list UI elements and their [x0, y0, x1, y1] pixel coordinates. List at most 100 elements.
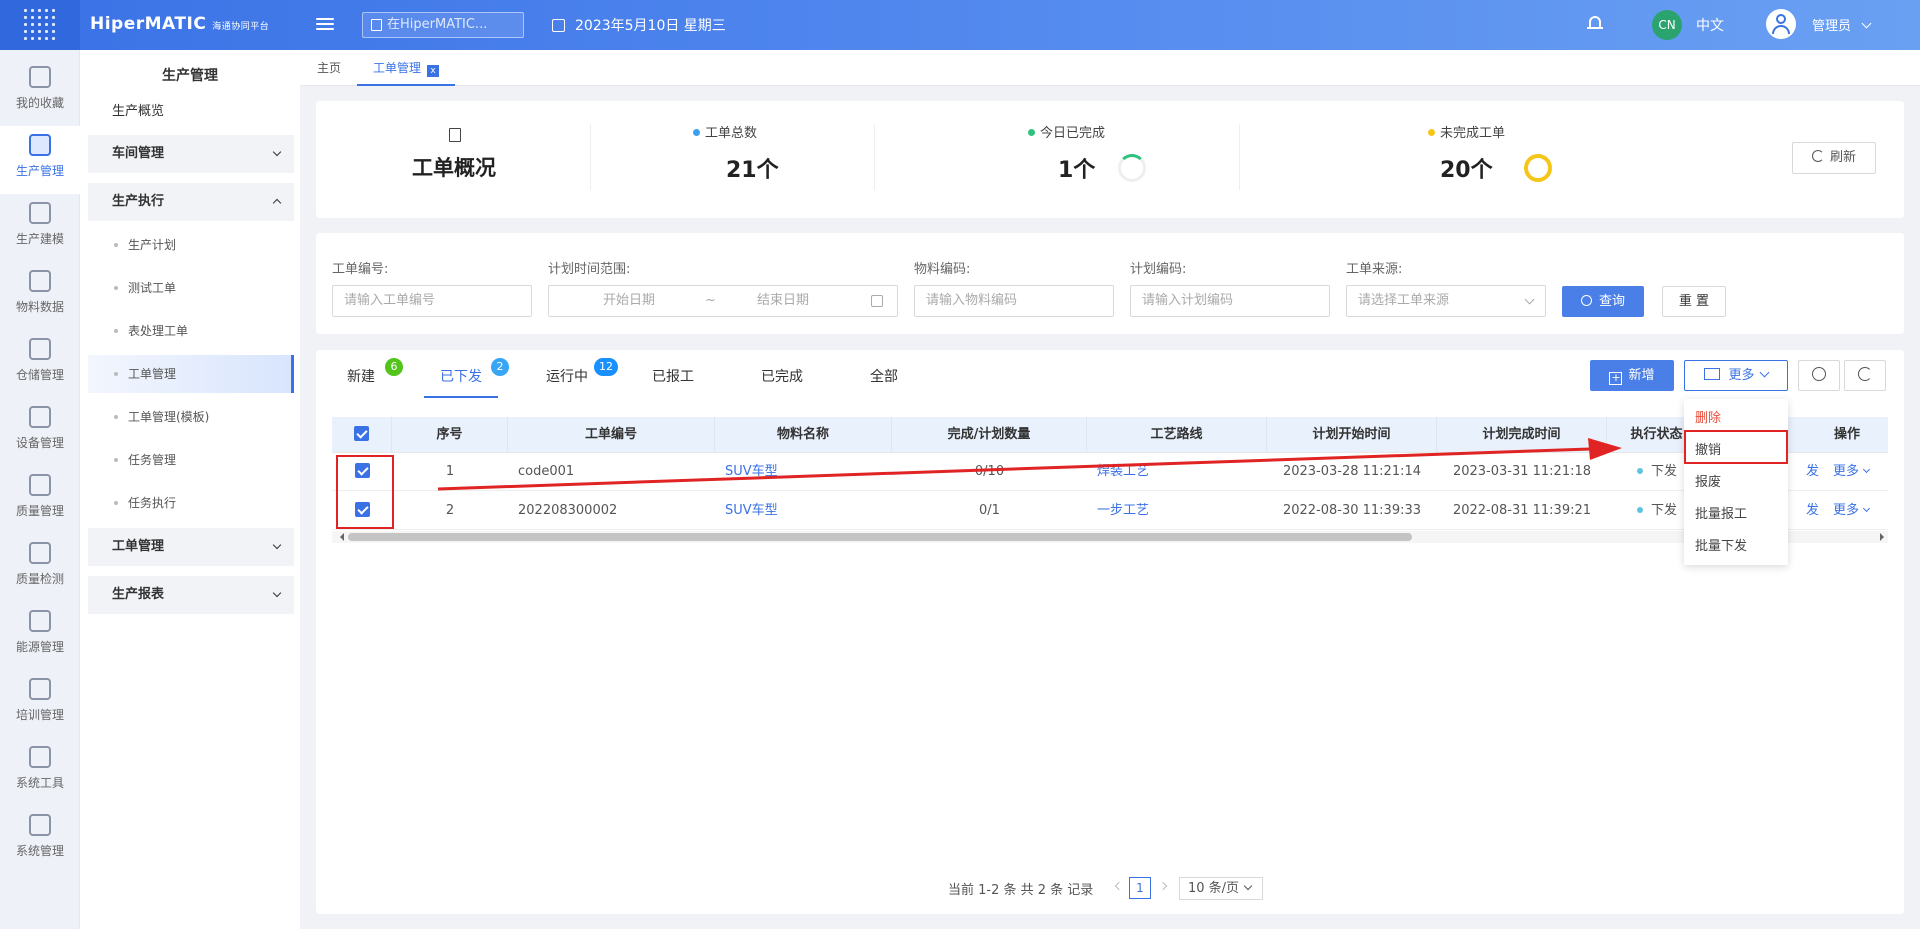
date-range-picker[interactable]: 开始日期 ~ 结束日期: [548, 285, 898, 317]
status-tab[interactable]: 运行中: [546, 366, 588, 386]
divider: [1239, 124, 1240, 190]
rail-item[interactable]: 培训管理: [0, 670, 80, 738]
row-more-link[interactable]: 更多: [1833, 503, 1859, 518]
calendar-icon: [871, 295, 883, 307]
query-button[interactable]: 查询: [1562, 286, 1644, 317]
user-avatar-icon[interactable]: [1766, 9, 1796, 39]
dispatch-link[interactable]: 发: [1806, 464, 1819, 479]
rail-item[interactable]: 系统工具: [0, 738, 80, 806]
status-tab[interactable]: 新建: [347, 366, 375, 386]
rail-item[interactable]: 设备管理: [0, 398, 80, 466]
status-tab[interactable]: 已完成: [761, 366, 803, 386]
filter-panel: [316, 233, 1904, 334]
status-tab[interactable]: 已报工: [652, 366, 694, 386]
dispatch-link[interactable]: 发: [1806, 503, 1819, 518]
sidebar-item-label: 生产概览: [112, 104, 165, 119]
chevron-down-icon: [272, 540, 282, 550]
sidebar-item[interactable]: 生产概览: [88, 93, 294, 131]
sidebar-item[interactable]: 工单管理: [88, 355, 294, 393]
row-more-link[interactable]: 更多: [1833, 464, 1859, 479]
select-all-checkbox[interactable]: [354, 426, 369, 441]
rail-item[interactable]: 仓储管理: [0, 330, 80, 398]
scroll-left-icon[interactable]: [336, 533, 344, 541]
sidebar-item[interactable]: 任务管理: [88, 441, 294, 479]
rail-item[interactable]: 质量管理: [0, 466, 80, 534]
dropdown-item[interactable]: 批量下发: [1695, 535, 1747, 554]
reset-button[interactable]: 重 置: [1662, 286, 1726, 317]
plan-input[interactable]: 请输入计划编码: [1130, 285, 1330, 317]
language-switch[interactable]: 中文: [1696, 15, 1724, 35]
cell-order: code001: [508, 453, 715, 491]
rail-item[interactable]: 物料数据: [0, 262, 80, 330]
tab-label: 工单管理: [373, 61, 422, 75]
column-header: 工单编号: [508, 417, 715, 453]
column-header: 序号: [392, 417, 508, 453]
rail-item[interactable]: 能源管理: [0, 602, 80, 670]
add-button[interactable]: + 新增: [1590, 360, 1674, 391]
cell-material[interactable]: SUV车型: [715, 492, 892, 530]
status-dot-icon: [1636, 507, 1643, 513]
sidebar-item-label: 车间管理: [112, 146, 165, 161]
menu-toggle-icon[interactable]: [316, 15, 334, 33]
recycle-icon: [29, 610, 51, 632]
cell-material[interactable]: SUV车型: [715, 453, 892, 491]
grid-icon[interactable]: [24, 9, 56, 41]
dropdown-item[interactable]: 报废: [1695, 471, 1721, 490]
sidebar-item[interactable]: 工单管理: [88, 528, 294, 566]
more-button[interactable]: 更多: [1684, 360, 1788, 391]
dropdown-item[interactable]: 删除: [1695, 407, 1721, 426]
sidebar-item[interactable]: 生产计划: [88, 226, 294, 264]
tab-work-order[interactable]: 工单管理 x: [357, 50, 456, 86]
page-size-select[interactable]: 10 条/页: [1179, 877, 1263, 900]
rail-item[interactable]: 我的收藏: [0, 58, 80, 126]
rail-item[interactable]: 生产管理: [0, 126, 80, 194]
add-icon: +: [1609, 371, 1623, 385]
cell-qty-text: 0/10: [974, 464, 1005, 479]
order-no-input[interactable]: 请输入工单编号: [332, 285, 532, 317]
sidebar-item[interactable]: 工单管理(模板): [88, 398, 294, 436]
cell-end-text: 2022-08-31 11:39:21: [1452, 503, 1592, 518]
dropdown-item[interactable]: 批量报工: [1695, 503, 1747, 522]
divider: [590, 124, 591, 190]
sidebar-item[interactable]: 生产报表: [88, 576, 294, 614]
global-search-input[interactable]: 在HiperMATIC...: [362, 12, 524, 38]
status-tab[interactable]: 已下发: [440, 366, 482, 386]
scroll-thumb[interactable]: [348, 533, 1412, 541]
scroll-right-icon[interactable]: [1880, 533, 1888, 541]
pager-summary: 当前 1-2 条 共 2 条 记录: [948, 883, 1094, 898]
sidebar-item[interactable]: 车间管理: [88, 135, 294, 173]
sidebar-item[interactable]: 测试工单: [88, 269, 294, 307]
reload-button[interactable]: [1844, 360, 1886, 391]
status-tab[interactable]: 全部: [870, 366, 898, 386]
column-header: 计划开始时间: [1267, 417, 1437, 453]
rail-item-label: 培训管理: [15, 708, 64, 722]
sidebar-item[interactable]: 任务执行: [88, 484, 294, 522]
sidebar-item[interactable]: 表处理工单: [88, 312, 294, 350]
rail-item[interactable]: 生产建模: [0, 194, 80, 262]
settings-button[interactable]: [1798, 360, 1840, 391]
bell-icon[interactable]: [1587, 16, 1603, 32]
page-number[interactable]: 1: [1129, 877, 1151, 899]
undone-value: 20个: [1440, 158, 1493, 183]
count-badge: 2: [491, 358, 509, 376]
material-input[interactable]: 请输入物料编码: [914, 285, 1114, 317]
cell-route[interactable]: 一步工艺: [1087, 492, 1267, 530]
sidebar-item[interactable]: 生产执行: [88, 183, 294, 221]
count-badge: 6: [385, 358, 403, 376]
rail-item-label: 仓储管理: [15, 368, 64, 382]
source-select[interactable]: 请选择工单来源: [1346, 285, 1546, 317]
close-icon[interactable]: x: [427, 65, 440, 77]
tab-home[interactable]: 主页: [317, 50, 341, 86]
rail-item[interactable]: 系统管理: [0, 806, 80, 874]
undone-progress-ring: [1524, 154, 1552, 182]
language-badge[interactable]: CN: [1652, 10, 1682, 40]
cell-route[interactable]: 焊装工艺: [1087, 453, 1267, 491]
rail-item[interactable]: 质量检测: [0, 534, 80, 602]
user-menu[interactable]: 管理员: [1812, 15, 1872, 34]
date-text: 2023年5月10日 星期三: [575, 18, 726, 34]
done-value: 1个: [1058, 158, 1096, 183]
refresh-button[interactable]: 刷新: [1792, 142, 1876, 174]
select-all-cell[interactable]: [332, 417, 392, 453]
horizontal-scrollbar[interactable]: [332, 531, 1888, 543]
app-launcher[interactable]: [0, 0, 80, 50]
